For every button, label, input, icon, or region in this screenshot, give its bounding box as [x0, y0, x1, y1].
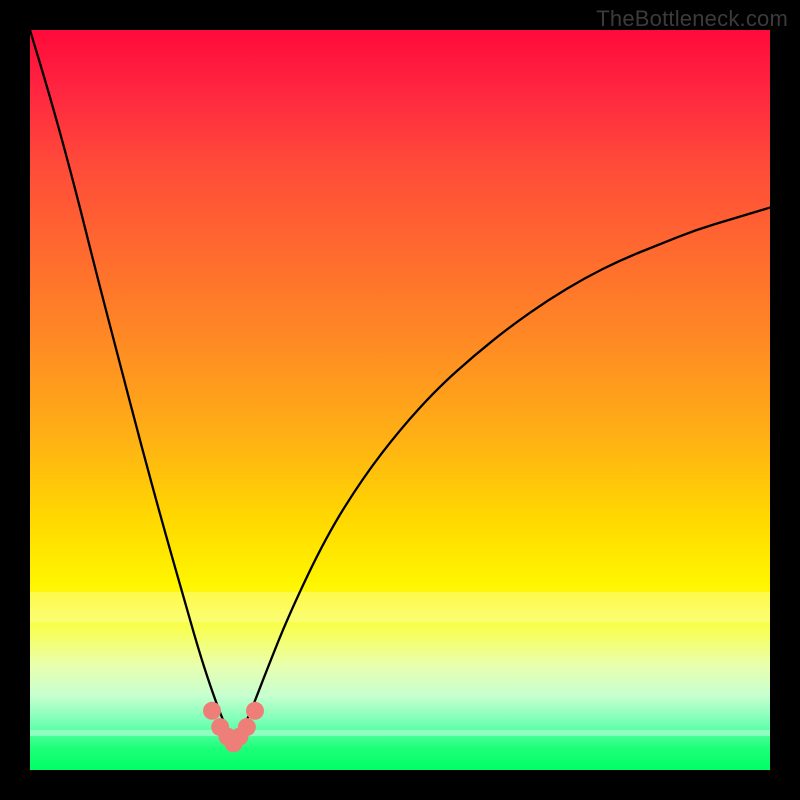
bottleneck-curve [30, 30, 770, 737]
trough-marker [238, 718, 256, 736]
trough-marker [225, 734, 243, 752]
chart-svg [30, 30, 770, 770]
trough-marker [203, 702, 221, 720]
trough-marker [246, 702, 264, 720]
watermark-text: TheBottleneck.com [596, 6, 788, 32]
trough-markers [203, 702, 264, 753]
plot-frame [30, 30, 770, 770]
